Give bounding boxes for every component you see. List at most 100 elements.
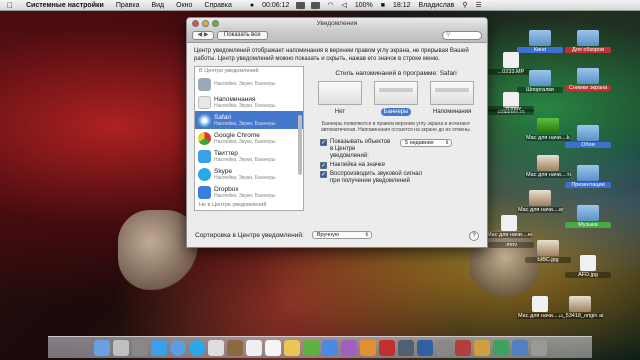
style-alerts-option[interactable]: Напоминания xyxy=(430,81,474,116)
style-banners-option[interactable]: Баннеры xyxy=(374,81,418,116)
checkbox-checked[interactable]: ✓ xyxy=(320,139,327,146)
volume-icon[interactable]: ◁ xyxy=(337,1,350,9)
folder-icon xyxy=(577,125,599,141)
battery-percent[interactable]: 100% xyxy=(351,2,377,9)
skype-icon[interactable] xyxy=(188,339,205,356)
desktop-icon[interactable]: Обои xyxy=(565,125,611,148)
menu-extra-icon[interactable] xyxy=(296,1,306,9)
video-file-icon xyxy=(532,296,548,312)
apple-menu-icon[interactable]:  xyxy=(0,1,20,10)
itunes-icon[interactable] xyxy=(340,339,357,356)
video-file-icon xyxy=(501,215,517,231)
app-icon[interactable] xyxy=(492,339,509,356)
twitter-icon[interactable] xyxy=(150,339,167,356)
sort-label: Сортировка в Центре уведомлений: xyxy=(195,231,304,239)
app-icon xyxy=(198,77,211,91)
app-icon[interactable] xyxy=(397,339,414,356)
style-preview xyxy=(430,81,474,105)
finder-icon[interactable] xyxy=(93,339,110,356)
sound-option[interactable]: ✓ Воспроизводить звуковой сигнал при пол… xyxy=(320,171,480,185)
reminders-icon xyxy=(198,95,211,109)
desktop-icon[interactable]: Мас для начи....ay.mov xyxy=(517,190,563,213)
menu-bar:  Системные настройки Правка Вид Окно Сп… xyxy=(0,0,640,11)
menu-view[interactable]: Вид xyxy=(145,2,170,9)
show-in-nc-option[interactable]: ✓ Показывать объектов в Центре уведомлен… xyxy=(320,139,480,160)
menu-help[interactable]: Справка xyxy=(198,2,237,9)
desktop-icon[interactable]: Для обзоров xyxy=(565,30,611,53)
desktop-icon[interactable]: Шпоргалки xyxy=(517,70,563,93)
menu-app-name[interactable]: Системные настройки xyxy=(20,2,110,9)
checkbox-checked[interactable]: ✓ xyxy=(320,171,327,178)
style-none-option[interactable]: Нет xyxy=(318,81,362,116)
video-file-icon xyxy=(537,118,559,134)
spotlight-icon[interactable]: ⚲ xyxy=(458,1,471,9)
style-preview xyxy=(374,81,418,105)
contacts-icon[interactable] xyxy=(226,339,243,356)
app-icon[interactable] xyxy=(454,339,471,356)
checkbox-checked[interactable]: ✓ xyxy=(320,162,327,169)
list-item[interactable]: Dropbox Наклейки, Звуки, Баннеры xyxy=(195,183,303,201)
desktop-icon[interactable]: Мас для начи....ение.mov xyxy=(486,215,532,238)
notification-center-icon[interactable]: ☰ xyxy=(472,1,486,9)
list-item[interactable]: Напоминания Наклейки, Звуки, Баннеры xyxy=(195,93,303,111)
system-preferences-icon[interactable] xyxy=(435,339,452,356)
app-icon[interactable] xyxy=(378,339,395,356)
style-preview xyxy=(318,81,362,105)
app-icon[interactable] xyxy=(473,339,490,356)
menu-window[interactable]: Окно xyxy=(170,2,198,9)
minimize-button[interactable] xyxy=(202,20,209,27)
desktop-icon[interactable]: ...rt.mov xyxy=(488,106,534,112)
back-forward-buttons[interactable]: ◀ ▶ xyxy=(192,31,214,40)
description-text: Центр уведомлений отображает напоминания… xyxy=(194,48,469,62)
badge-option[interactable]: ✓ Наклейка на значке xyxy=(320,162,480,169)
calendar-icon[interactable] xyxy=(245,339,262,356)
launchpad-icon[interactable] xyxy=(112,339,129,356)
mail-icon[interactable] xyxy=(207,339,224,356)
style-settings: Стиль напоминаний в программе: Safari Не… xyxy=(304,66,480,211)
messages-icon[interactable] xyxy=(302,339,319,356)
iphoto-icon[interactable] xyxy=(359,339,376,356)
recording-time: 00:06:12 xyxy=(262,1,290,9)
style-title: Стиль напоминаний в программе: Safari xyxy=(335,70,457,77)
list-section-header: Не в Центре уведомлений xyxy=(199,202,267,208)
show-all-button[interactable]: Показать все xyxy=(217,31,268,40)
downloads-icon[interactable] xyxy=(511,339,528,356)
zoom-button[interactable] xyxy=(212,20,219,27)
desktop-icon[interactable]: ..._53418_origin al.jpg xyxy=(557,296,603,319)
list-item[interactable]: Наклейки, Звуки, Баннеры xyxy=(195,75,303,93)
folder-icon xyxy=(577,165,599,181)
close-button[interactable] xyxy=(192,20,199,27)
desktop-icon[interactable]: Презентации xyxy=(565,165,611,188)
wifi-icon[interactable]: ◠ xyxy=(323,1,337,9)
help-button[interactable]: ? xyxy=(469,231,479,241)
photoshop-icon[interactable] xyxy=(416,339,433,356)
search-field[interactable]: ⚲ xyxy=(442,31,482,40)
app-store-icon[interactable] xyxy=(321,339,338,356)
desktop-icon[interactable]: Снимки экрана xyxy=(565,68,611,91)
app-list[interactable]: В Центре уведомлений Наклейки, Звуки, Ба… xyxy=(194,66,304,211)
list-item[interactable]: Skype Наклейки, Звуки, Баннеры xyxy=(195,165,303,183)
recording-indicator-icon[interactable]: ● xyxy=(246,2,258,9)
user-name[interactable]: Владислав xyxy=(415,2,459,9)
recent-count-select[interactable]: 5 недавних xyxy=(400,139,452,147)
menu-clock[interactable]: 18:12 xyxy=(389,2,415,9)
desktop-icon[interactable]: Музыка xyxy=(565,205,611,228)
dropbox-icon xyxy=(198,185,211,199)
title-bar[interactable]: Уведомления xyxy=(187,18,487,29)
mission-control-icon[interactable] xyxy=(131,339,148,356)
menu-extra-icon[interactable] xyxy=(311,1,321,9)
desktop-icon[interactable]: AFD.jpg xyxy=(565,255,611,278)
reminders-icon[interactable] xyxy=(264,339,281,356)
list-item[interactable]: Google Chrome Наклейки, Звуки, Баннеры xyxy=(195,129,303,147)
list-item[interactable]: Твиттер Наклейки, Звуки, Баннеры xyxy=(195,147,303,165)
list-item-selected[interactable]: Safari Наклейки, Звуки, Баннеры xyxy=(195,111,303,129)
input-source-icon[interactable]: ■ xyxy=(377,2,389,9)
safari-icon[interactable] xyxy=(169,339,186,356)
sort-select[interactable]: Вручную xyxy=(311,231,372,239)
menu-edit[interactable]: Правка xyxy=(110,2,146,9)
toolbar: ◀ ▶ Показать все ⚲ xyxy=(187,29,487,43)
notes-icon[interactable] xyxy=(283,339,300,356)
trash-icon[interactable] xyxy=(530,339,547,356)
desktop-icon[interactable]: Кино xyxy=(517,30,563,53)
list-scrollbar[interactable] xyxy=(298,115,302,175)
